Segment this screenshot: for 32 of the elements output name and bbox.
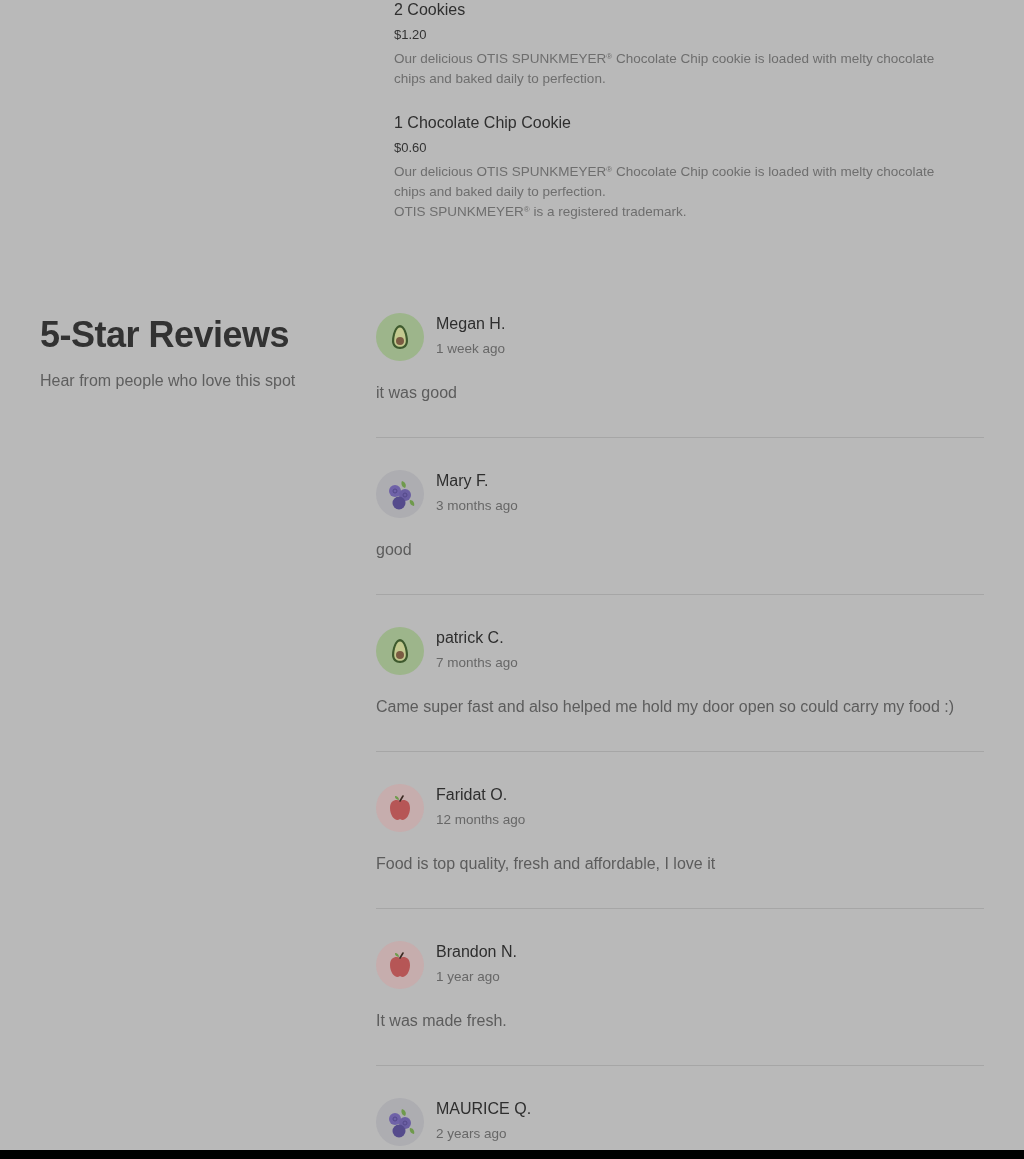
item-price: $0.60: [394, 139, 427, 157]
review-date: 1 year ago: [436, 968, 500, 986]
review-date: 2 years ago: [436, 1125, 507, 1143]
review-date: 1 week ago: [436, 340, 506, 358]
section-title: 5-Star Reviews: [40, 313, 290, 357]
apple-icon: [376, 941, 424, 989]
reviewer-name: patrick C.: [436, 628, 504, 648]
reviewer-name: MAURICE Q.: [436, 1099, 532, 1119]
blueberries-icon: [376, 470, 424, 518]
avocado-icon: [376, 313, 424, 361]
reviewer-name: Brandon N.: [436, 942, 517, 962]
review-text: Food is top quality, fresh and affordable, I love it: [376, 854, 717, 874]
blueberries-icon: [376, 1098, 424, 1146]
section-subtitle: Hear from people who love this spot: [40, 371, 296, 391]
review-text: it was good: [376, 383, 458, 403]
item-description: Our delicious OTIS SPUNKMEYER$^{®}$ Chocolate Chip cookie is loaded with melty chocolate chips and baked daily to perfection.: [394, 163, 936, 201]
review-text: Came super fast and also helped me hold my door open so could carry my food :): [376, 697, 956, 717]
reviewer-name: Megan H.: [436, 314, 506, 334]
review-date: 3 months ago: [436, 497, 518, 515]
item-description: Our delicious OTIS SPUNKMEYER$^{®}$ Chocolate Chip cookie is loaded with melty chocolate chips and baked daily to perfection.: [394, 50, 936, 88]
item-price: $1.20: [394, 26, 427, 44]
review-text: good: [376, 540, 413, 560]
avocado-icon: [376, 627, 424, 675]
apple-icon: [376, 784, 424, 832]
review-date: 12 months ago: [436, 811, 526, 829]
item-name: 1 Chocolate Chip Cookie: [394, 113, 571, 133]
item-name: 2 Cookies: [394, 0, 466, 20]
review-date: 7 months ago: [436, 654, 518, 672]
reviewer-name: Mary F.: [436, 471, 489, 491]
reviewer-name: Faridat O.: [436, 785, 508, 805]
trademark-note: OTIS SPUNKMEYER$^{®}$ is a registered trademark.: [394, 203, 687, 221]
review-text: It was made fresh.: [376, 1011, 508, 1031]
